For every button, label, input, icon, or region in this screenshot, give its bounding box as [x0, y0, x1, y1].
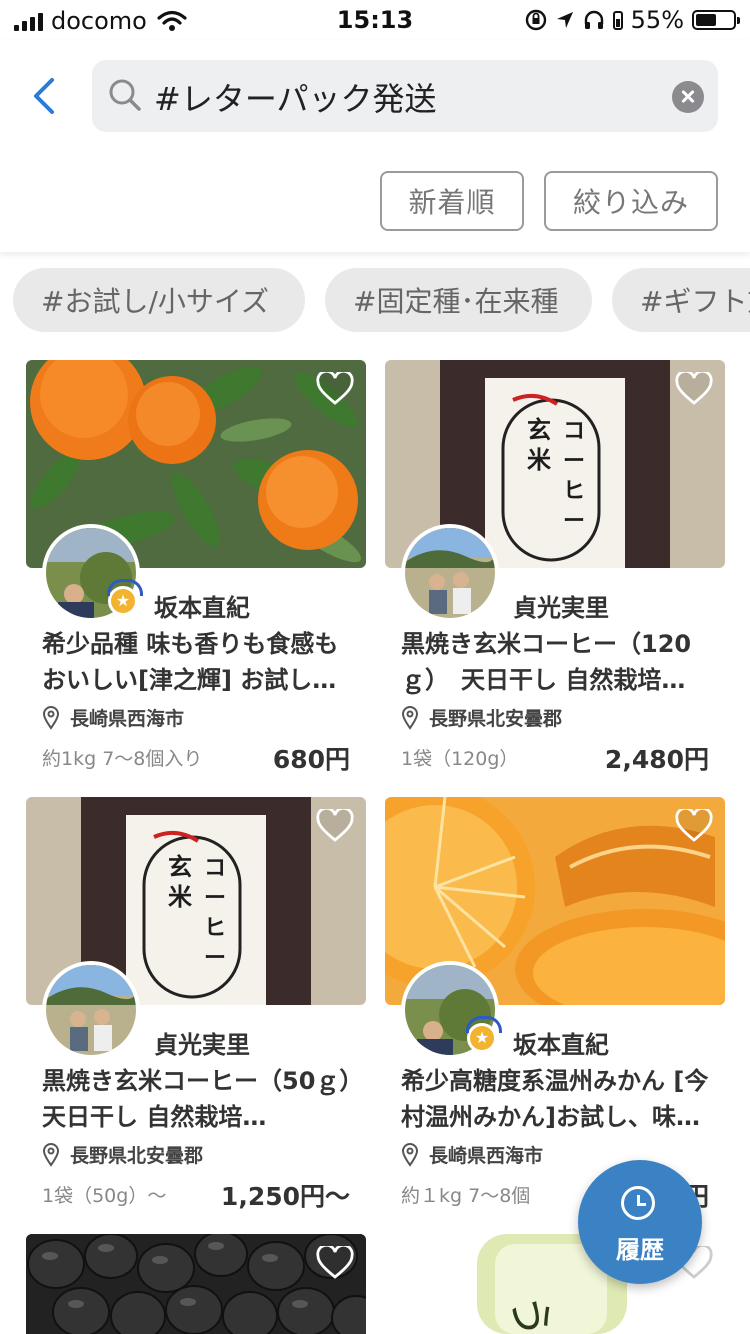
tag-chip[interactable]: #ギフト対 [612, 268, 750, 332]
product-location: 長野県北安曇郡 [401, 704, 562, 731]
svg-text:玄: 玄 [527, 415, 551, 444]
svg-text:うれ: うれ [504, 1294, 555, 1334]
location-pin-icon [42, 1142, 60, 1167]
producer-badge-icon: ★ [107, 579, 143, 616]
product-location: 長野県北安曇郡 [42, 1141, 203, 1168]
producer-badge-icon: ★ [466, 1016, 502, 1053]
svg-text:コ: コ [204, 855, 226, 881]
history-label: 履歴 [616, 1236, 664, 1264]
product-card[interactable]: ★ 坂本直紀 希少高糖度系温州みかん [今村温州みかん]お試し、味… 長崎県西海… [385, 797, 725, 1211]
filter-button[interactable]: 絞り込み [544, 171, 718, 231]
location-pin-icon [42, 705, 60, 730]
product-title: 黒焼き玄米コーヒー（50ｇ） 天日干し 自然栽培… [42, 1067, 358, 1131]
black-beans-image [26, 1234, 366, 1334]
product-price: 2,480円 [604, 745, 709, 774]
clock-icon [621, 1186, 655, 1220]
seller-avatar[interactable] [401, 524, 499, 622]
location-text: 長野県北安曇郡 [429, 708, 563, 730]
tag-chip-row[interactable]: #お試し/小サイズ #固定種･在来種 #ギフト対 [0, 268, 750, 332]
product-card[interactable]: 玄 米 コ ー ヒ ー 貞光実里 黒焼き玄米コーヒー（50ｇ） 天日干し 自然栽… [26, 797, 366, 1211]
seller-name: 貞光実里 [513, 594, 609, 622]
location-text: 長崎県西海市 [70, 708, 185, 730]
tag-chip[interactable]: #お試し/小サイズ [13, 268, 305, 332]
battery-percent: 55% [630, 6, 684, 34]
product-title: 希少高糖度系温州みかん [今村温州みかん]お試し、味… [401, 1067, 709, 1131]
favorite-heart-icon[interactable] [316, 809, 354, 843]
product-price: 1,250円〜 [220, 1182, 350, 1211]
battery-icon [692, 10, 740, 30]
location-pin-icon [401, 1142, 419, 1167]
product-quantity: 約１kg 7〜8個 [401, 1185, 531, 1207]
battery-fill [696, 14, 716, 26]
svg-text:米: 米 [168, 882, 192, 911]
product-title: 希少品種 味も香りも食感もおいしい[津之輝] お試し… [42, 630, 339, 694]
history-button[interactable]: 履歴 [578, 1160, 702, 1284]
seller-name: 坂本直紀 [513, 1031, 609, 1059]
location-icon [556, 12, 573, 28]
search-input[interactable]: #レターパック発送 [92, 60, 718, 132]
svg-text:ヒ: ヒ [204, 915, 226, 941]
favorite-heart-icon[interactable] [316, 1246, 354, 1280]
svg-text:米: 米 [527, 445, 551, 474]
svg-text:コ: コ [563, 418, 585, 444]
product-location: 長崎県西海市 [401, 1141, 543, 1168]
tag-chip[interactable]: #固定種･在来種 [325, 268, 592, 332]
search-query[interactable]: #レターパック発送 [154, 74, 437, 120]
product-quantity: 約1kg 7〜8個入り [42, 748, 203, 770]
favorite-heart-icon[interactable] [316, 372, 354, 406]
headphones-icon [584, 10, 603, 29]
location-text: 長野県北安曇郡 [70, 1145, 204, 1167]
sort-button[interactable]: 新着順 [380, 171, 524, 231]
seller-name: 貞光実里 [154, 1031, 250, 1059]
svg-text:ー: ー [204, 885, 226, 911]
svg-text:玄: 玄 [168, 852, 192, 881]
favorite-heart-icon[interactable] [675, 372, 713, 406]
product-quantity: 1袋（50g）〜 [42, 1185, 167, 1207]
product-image[interactable] [26, 1234, 366, 1334]
product-card[interactable]: ★ 坂本直紀 希少品種 味も香りも食感もおいしい[津之輝] お試し… 長崎県西海… [26, 360, 366, 774]
search-icon [109, 79, 141, 111]
orientation-lock-icon [525, 9, 546, 31]
location-pin-icon [401, 705, 419, 730]
svg-text:ー: ー [563, 448, 585, 474]
seller-name: 坂本直紀 [154, 594, 250, 622]
clear-search-icon[interactable] [672, 81, 704, 113]
status-icons: 55% [525, 6, 740, 34]
product-quantity: 1袋（120g） [401, 748, 519, 770]
svg-text:ー: ー [563, 508, 585, 534]
search-header: #レターパック発送 新着順 絞り込み [0, 40, 750, 252]
favorite-heart-icon[interactable] [675, 809, 713, 843]
seller-avatar[interactable] [42, 961, 140, 1059]
product-card[interactable]: 玄 米 コ ー ヒ ー 貞光実里 黒焼き玄米コーヒー（120ｇ） 天日干し 自然… [385, 360, 725, 774]
product-title: 黒焼き玄米コーヒー（120ｇ） 天日干し 自然栽培… [401, 630, 692, 694]
product-price: 680円 [272, 745, 350, 774]
svg-text:ー: ー [204, 945, 226, 971]
alarm-icon [612, 11, 623, 30]
svg-text:ヒ: ヒ [563, 478, 585, 504]
status-bar: docomo 15:13 55% [0, 0, 750, 40]
back-arrow-icon[interactable] [26, 76, 66, 116]
product-location: 長崎県西海市 [42, 704, 184, 731]
location-text: 長崎県西海市 [429, 1145, 544, 1167]
